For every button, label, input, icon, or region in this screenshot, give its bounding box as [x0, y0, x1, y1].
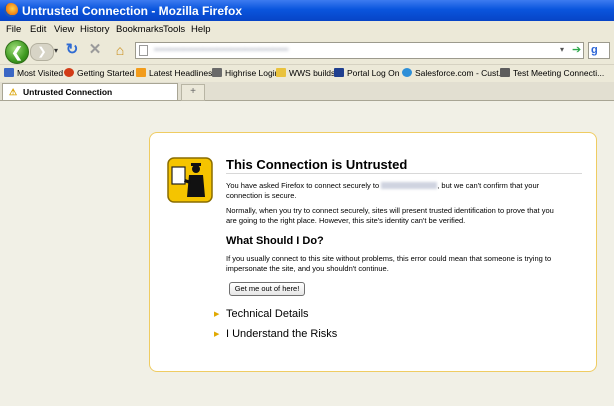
paragraph-2: Normally, when you try to connect secure… [226, 206, 554, 225]
menu-file[interactable]: File [6, 24, 21, 35]
bookmark-item[interactable]: Salesforce.com - Cust... [402, 65, 506, 82]
bookmark-item[interactable]: Highrise Login [212, 65, 279, 82]
error-title: This Connection is Untrusted [226, 157, 408, 172]
warning-icon: ⚠ [9, 87, 18, 97]
tab-untrusted-connection[interactable]: ⚠ Untrusted Connection [2, 83, 178, 100]
bookmark-item[interactable]: Latest Headlines [136, 65, 212, 82]
home-icon[interactable]: ⌂ [111, 41, 129, 59]
menu-help[interactable]: Help [191, 24, 211, 35]
plus-icon: + [190, 86, 196, 97]
expand-triangle-icon: ▶ [214, 311, 220, 318]
bookmark-item[interactable]: Portal Log On [334, 65, 399, 82]
redacted-host [381, 182, 438, 189]
paragraph-3: If you usually connect to this site with… [226, 254, 552, 273]
cloud-icon [402, 68, 412, 77]
google-icon: g [591, 44, 598, 56]
search-engine-button[interactable]: g [588, 42, 610, 59]
menu-view[interactable]: View [54, 24, 74, 35]
back-arrow-icon: ❮ [11, 44, 23, 60]
meeting-icon [500, 68, 510, 77]
window-titlebar: Untrusted Connection - Mozilla Firefox [0, 0, 614, 21]
title-divider [226, 173, 582, 174]
bookmark-item[interactable]: Getting Started [64, 65, 134, 82]
menu-history[interactable]: History [80, 24, 110, 35]
most-visited-icon [4, 68, 14, 77]
forward-arrow-icon: ❯ [37, 46, 47, 58]
url-bar[interactable]: ••••••••••••••••••••••••••••••••••••••••… [135, 42, 584, 59]
rss-icon [136, 68, 146, 77]
menu-tools[interactable]: Tools [163, 24, 185, 35]
menu-bookmarks[interactable]: Bookmarks [116, 24, 164, 35]
stop-icon[interactable]: ✕ [87, 41, 103, 59]
forward-button[interactable]: ❯ [30, 43, 54, 61]
firefox-icon [4, 3, 18, 17]
technical-details-expander[interactable]: ▶ Technical Details [214, 308, 309, 320]
understand-risks-expander[interactable]: ▶ I Understand the Risks [214, 328, 337, 340]
menu-bar: File Edit View History Bookmarks Tools H… [0, 21, 614, 39]
bookmark-item[interactable]: Test Meeting Connecti... [500, 65, 604, 82]
highrise-icon [212, 68, 222, 77]
expand-triangle-icon: ▶ [214, 331, 220, 338]
menu-edit[interactable]: Edit [30, 24, 46, 35]
back-button[interactable]: ❮ [5, 40, 29, 64]
new-tab-button[interactable]: + [181, 84, 205, 101]
url-text-blurred: ••••••••••••••••••••••••••••••••••••••••… [154, 45, 289, 54]
bookmarks-toolbar: Most Visited Getting Started Latest Head… [0, 64, 614, 83]
go-arrow-icon[interactable]: ➔ [572, 43, 581, 56]
paragraph-1: You have asked Firefox to connect secure… [226, 181, 540, 200]
history-dropdown-icon[interactable]: ▾ [54, 46, 58, 55]
tab-bar: ⚠ Untrusted Connection + [0, 82, 614, 101]
window-title: Untrusted Connection - Mozilla Firefox [22, 4, 243, 18]
what-should-i-do-heading: What Should I Do? [226, 235, 324, 247]
security-officer-icon [167, 157, 213, 203]
reload-icon[interactable]: ↻ [64, 41, 80, 59]
bookmark-item[interactable]: Most Visited [4, 65, 63, 82]
folder-icon [276, 68, 286, 77]
firefox-icon [64, 68, 74, 77]
url-dropdown-icon[interactable]: ▾ [560, 45, 564, 54]
get-me-out-button[interactable]: Get me out of here! [229, 282, 305, 296]
page-icon [139, 45, 148, 56]
bookmark-item[interactable]: WWS builds [276, 65, 335, 82]
w-icon [334, 68, 344, 77]
